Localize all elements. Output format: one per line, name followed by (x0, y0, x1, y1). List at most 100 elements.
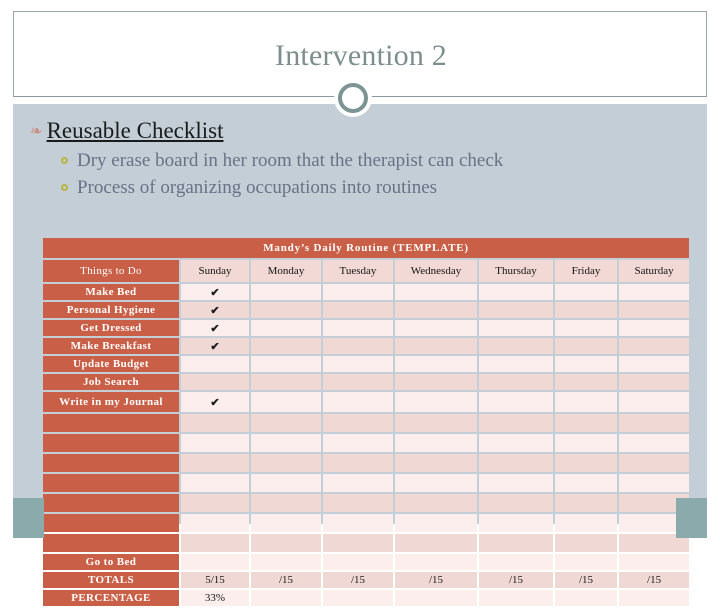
table-cell[interactable] (555, 474, 617, 492)
table-cell[interactable] (251, 514, 321, 532)
table-cell[interactable] (181, 474, 249, 492)
table-cell[interactable] (619, 392, 690, 412)
table-cell[interactable] (395, 554, 477, 570)
table-cell[interactable] (251, 554, 321, 570)
table-cell[interactable]: 5/15 (181, 572, 249, 588)
table-cell[interactable] (395, 414, 477, 432)
table-cell[interactable] (251, 534, 321, 552)
table-cell[interactable]: ✔ (181, 338, 249, 354)
table-cell[interactable] (395, 494, 477, 512)
table-cell[interactable] (323, 356, 393, 372)
table-cell[interactable] (395, 590, 477, 606)
table-cell[interactable] (251, 302, 321, 318)
table-cell[interactable] (251, 414, 321, 432)
table-cell[interactable] (555, 284, 617, 300)
table-cell[interactable] (479, 454, 553, 472)
table-cell[interactable] (395, 474, 477, 492)
table-cell[interactable] (479, 554, 553, 570)
table-cell[interactable] (395, 454, 477, 472)
table-cell[interactable] (619, 374, 690, 390)
table-cell[interactable] (479, 302, 553, 318)
table-cell[interactable] (251, 392, 321, 412)
table-cell[interactable] (323, 474, 393, 492)
table-cell[interactable] (395, 434, 477, 452)
table-cell[interactable]: ✔ (181, 284, 249, 300)
table-cell[interactable] (555, 434, 617, 452)
table-cell[interactable] (251, 356, 321, 372)
table-cell[interactable] (323, 454, 393, 472)
table-cell[interactable] (555, 374, 617, 390)
table-cell[interactable] (181, 554, 249, 570)
table-cell[interactable] (555, 554, 617, 570)
table-cell[interactable] (619, 356, 690, 372)
table-cell[interactable] (395, 392, 477, 412)
table-cell[interactable] (555, 320, 617, 336)
table-cell[interactable] (323, 338, 393, 354)
table-cell[interactable] (555, 338, 617, 354)
table-cell[interactable] (619, 434, 690, 452)
table-cell[interactable] (181, 434, 249, 452)
table-cell[interactable] (619, 554, 690, 570)
table-cell[interactable] (555, 302, 617, 318)
table-cell[interactable] (619, 590, 690, 606)
table-cell[interactable] (395, 284, 477, 300)
table-cell[interactable] (555, 514, 617, 532)
table-cell[interactable] (479, 414, 553, 432)
table-cell[interactable] (479, 474, 553, 492)
table-cell[interactable] (181, 356, 249, 372)
table-cell[interactable] (555, 356, 617, 372)
table-cell[interactable] (323, 284, 393, 300)
table-cell[interactable] (251, 454, 321, 472)
table-cell[interactable] (619, 302, 690, 318)
table-cell[interactable] (323, 534, 393, 552)
table-cell[interactable] (323, 392, 393, 412)
table-cell[interactable] (251, 374, 321, 390)
table-cell[interactable] (555, 414, 617, 432)
table-cell[interactable] (323, 514, 393, 532)
table-cell[interactable] (323, 554, 393, 570)
table-cell[interactable] (395, 374, 477, 390)
table-cell[interactable] (479, 434, 553, 452)
table-cell[interactable]: ✔ (181, 320, 249, 336)
table-cell[interactable] (479, 320, 553, 336)
table-cell[interactable]: /15 (251, 572, 321, 588)
table-cell[interactable] (479, 534, 553, 552)
table-cell[interactable] (479, 356, 553, 372)
table-cell[interactable]: /15 (555, 572, 617, 588)
table-cell[interactable] (619, 338, 690, 354)
table-cell[interactable]: /15 (479, 572, 553, 588)
table-cell[interactable] (619, 454, 690, 472)
table-cell[interactable] (479, 590, 553, 606)
table-cell[interactable] (181, 494, 249, 512)
table-cell[interactable] (323, 414, 393, 432)
table-cell[interactable] (479, 374, 553, 390)
table-cell[interactable] (251, 590, 321, 606)
table-cell[interactable] (619, 320, 690, 336)
table-cell[interactable] (323, 302, 393, 318)
table-cell[interactable] (395, 514, 477, 532)
table-cell[interactable] (251, 494, 321, 512)
table-cell[interactable] (181, 454, 249, 472)
table-cell[interactable] (395, 338, 477, 354)
table-cell[interactable] (479, 392, 553, 412)
table-cell[interactable] (395, 320, 477, 336)
table-cell[interactable] (555, 590, 617, 606)
table-cell[interactable] (251, 320, 321, 336)
table-cell[interactable] (479, 284, 553, 300)
table-cell[interactable] (323, 374, 393, 390)
table-cell[interactable] (555, 392, 617, 412)
table-cell[interactable]: /15 (323, 572, 393, 588)
table-cell[interactable] (619, 284, 690, 300)
table-cell[interactable] (251, 284, 321, 300)
table-cell[interactable] (479, 494, 553, 512)
table-cell[interactable] (181, 414, 249, 432)
table-cell[interactable] (479, 338, 553, 354)
table-cell[interactable] (555, 454, 617, 472)
table-cell[interactable] (181, 374, 249, 390)
table-cell[interactable] (251, 474, 321, 492)
table-cell[interactable]: ✔ (181, 302, 249, 318)
table-cell[interactable]: 33% (181, 590, 249, 606)
table-cell[interactable] (323, 494, 393, 512)
table-cell[interactable] (181, 534, 249, 552)
table-cell[interactable] (181, 514, 249, 532)
